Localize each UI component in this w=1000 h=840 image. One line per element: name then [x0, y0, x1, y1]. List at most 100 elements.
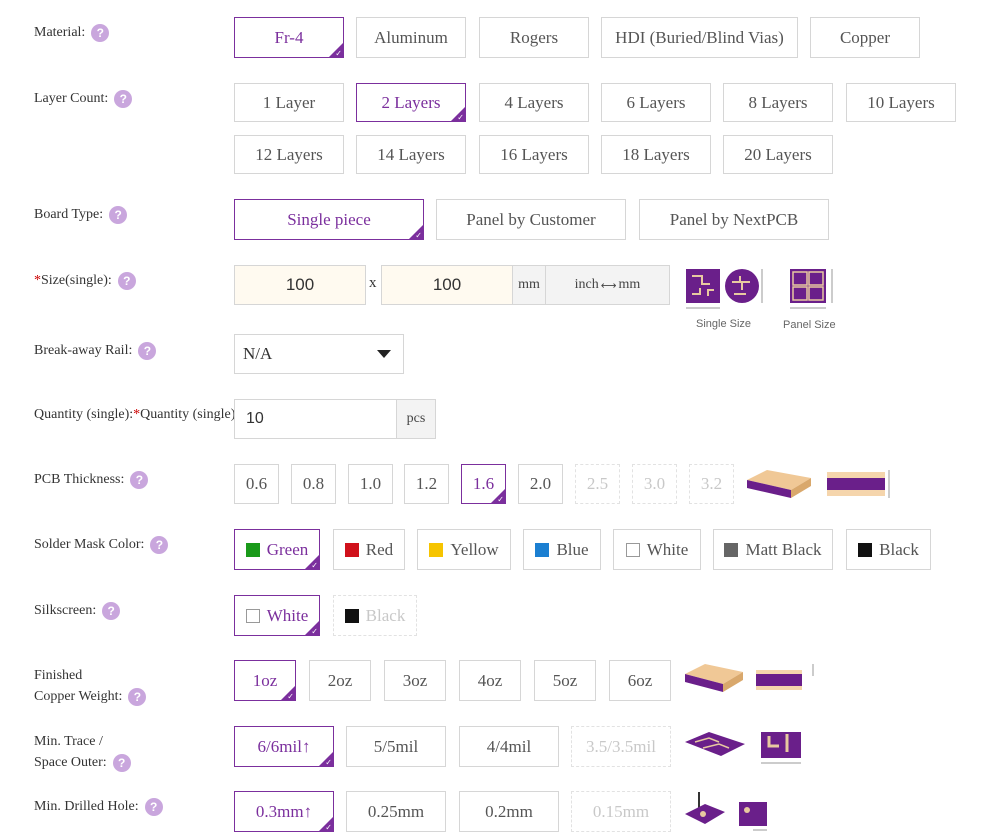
chevron-down-icon	[377, 350, 391, 358]
mask-option-yellow[interactable]: Yellow	[417, 529, 511, 570]
black-swatch	[344, 608, 359, 623]
material-label: Material:?	[34, 22, 110, 43]
copper-option-1oz[interactable]: 1oz	[234, 660, 296, 701]
layer-option-8[interactable]: 8 Layers	[723, 83, 833, 122]
help-icon[interactable]: ?	[114, 89, 133, 108]
mask-label-black: Black	[879, 539, 919, 559]
mask-label-matt-black: Matt Black	[745, 539, 822, 559]
swap-arrow-icon: ⟷	[600, 278, 617, 292]
matt-black-swatch	[724, 542, 739, 557]
thickness-option-3-2: 3.2	[689, 464, 734, 504]
material-option-rogers[interactable]: Rogers	[479, 17, 589, 58]
size-unit: mm	[512, 265, 546, 305]
material-option-hdi[interactable]: HDI (Buried/Blind Vias)	[601, 17, 798, 58]
white-swatch	[245, 608, 260, 623]
thickness-option-1-2[interactable]: 1.2	[404, 464, 449, 504]
quantity-label: *Quantity (single):*Quantity (single):?	[34, 404, 264, 425]
board-option-panel-customer[interactable]: Panel by Customer	[436, 199, 626, 240]
layer-option-1[interactable]: 1 Layer	[234, 83, 344, 122]
thickness-option-3-0: 3.0	[632, 464, 677, 504]
mask-option-green[interactable]: Green	[234, 529, 320, 570]
layer-option-12[interactable]: 12 Layers	[234, 135, 344, 174]
size-width-input[interactable]: 100	[234, 265, 366, 305]
blue-swatch	[535, 542, 550, 557]
layer-option-4[interactable]: 4 Layers	[479, 83, 589, 122]
silk-option-white[interactable]: White	[234, 595, 320, 636]
help-icon[interactable]: ?	[144, 797, 163, 816]
mask-option-matt-black[interactable]: Matt Black	[713, 529, 833, 570]
help-icon[interactable]: ?	[150, 535, 169, 554]
trace-diagram-icon	[685, 732, 801, 764]
drill-option-0-25[interactable]: 0.25mm	[346, 791, 446, 832]
layer-count-label: Layer Count:?	[34, 88, 133, 109]
help-icon[interactable]: ?	[117, 271, 136, 290]
copper-option-6oz[interactable]: 6oz	[609, 660, 671, 701]
layer-option-6[interactable]: 6 Layers	[601, 83, 711, 122]
board-option-panel-nextpcb[interactable]: Panel by NextPCB	[639, 199, 829, 240]
trace-option-6-6[interactable]: 6/6mil↑	[234, 726, 334, 767]
copper-option-2oz[interactable]: 2oz	[309, 660, 371, 701]
help-icon[interactable]: ?	[112, 753, 131, 772]
single-size-caption: Single Size	[696, 318, 752, 330]
silk-label-black: Black	[365, 605, 406, 625]
material-option-fr4[interactable]: Fr-4	[234, 17, 344, 58]
board-type-label: Board Type:?	[34, 204, 128, 225]
mask-option-blue[interactable]: Blue	[523, 529, 601, 570]
panel-size-caption: Panel Size	[783, 319, 836, 331]
thickness-option-0-6[interactable]: 0.6	[234, 464, 279, 504]
silk-option-black: Black	[333, 595, 417, 636]
layer-option-10[interactable]: 10 Layers	[846, 83, 956, 122]
silk-label-white: White	[266, 605, 309, 625]
unit-toggle-right: mm	[618, 277, 641, 292]
layer-option-20[interactable]: 20 Layers	[723, 135, 833, 174]
copper-option-3oz[interactable]: 3oz	[384, 660, 446, 701]
trace-option-4-4[interactable]: 4/4mil	[459, 726, 559, 767]
layer-option-16[interactable]: 16 Layers	[479, 135, 589, 174]
size-height-input[interactable]: 100	[381, 265, 513, 305]
mask-label-yellow: Yellow	[450, 539, 499, 559]
drill-diagram-icon	[685, 792, 767, 831]
thickness-option-2-0[interactable]: 2.0	[518, 464, 563, 504]
thickness-option-0-8[interactable]: 0.8	[291, 464, 336, 504]
mask-label-green: Green	[266, 539, 309, 559]
layer-option-18[interactable]: 18 Layers	[601, 135, 711, 174]
breakaway-select[interactable]: N/A	[234, 334, 404, 374]
unit-toggle-button[interactable]: inch ⟷ mm	[545, 265, 670, 305]
copper-option-5oz[interactable]: 5oz	[534, 660, 596, 701]
solder-mask-label: Solder Mask Color:?	[34, 534, 169, 555]
mask-label-white: White	[646, 539, 689, 559]
trace-label: Min. Trace / Space Outer:?	[34, 731, 131, 773]
thickness-option-1-6[interactable]: 1.6	[461, 464, 506, 504]
help-icon[interactable]: ?	[102, 601, 121, 620]
layer-option-14[interactable]: 14 Layers	[356, 135, 466, 174]
size-diagram-icon	[686, 269, 833, 309]
copper-weight-label: Finished Copper Weight:?	[34, 665, 147, 707]
help-icon[interactable]: ?	[128, 687, 147, 706]
drill-option-0-2[interactable]: 0.2mm	[459, 791, 559, 832]
breakaway-value: N/A	[243, 344, 273, 363]
drill-option-0-3[interactable]: 0.3mm↑	[234, 791, 334, 832]
help-icon[interactable]: ?	[138, 341, 157, 360]
drill-label: Min. Drilled Hole:?	[34, 796, 163, 817]
layer-option-2[interactable]: 2 Layers	[356, 83, 466, 122]
quantity-input[interactable]: 10	[234, 399, 398, 439]
help-icon[interactable]: ?	[130, 470, 149, 489]
mask-option-white[interactable]: White	[613, 529, 701, 570]
unit-toggle-left: inch	[574, 277, 599, 292]
white-swatch	[625, 542, 640, 557]
thickness-diagram-icon	[747, 470, 890, 498]
material-option-aluminum[interactable]: Aluminum	[356, 17, 466, 58]
material-option-copper[interactable]: Copper	[810, 17, 920, 58]
green-swatch	[245, 542, 260, 557]
mask-option-red[interactable]: Red	[333, 529, 405, 570]
copper-option-4oz[interactable]: 4oz	[459, 660, 521, 701]
quantity-unit: pcs	[396, 399, 436, 439]
drill-option-0-15: 0.15mm	[571, 791, 671, 832]
help-icon[interactable]: ?	[109, 205, 128, 224]
mask-option-black[interactable]: Black	[846, 529, 931, 570]
help-icon[interactable]: ?	[91, 23, 110, 42]
mask-label-red: Red	[365, 539, 394, 559]
trace-option-5-5[interactable]: 5/5mil	[346, 726, 446, 767]
board-option-single[interactable]: Single piece	[234, 199, 424, 240]
thickness-option-1-0[interactable]: 1.0	[348, 464, 393, 504]
